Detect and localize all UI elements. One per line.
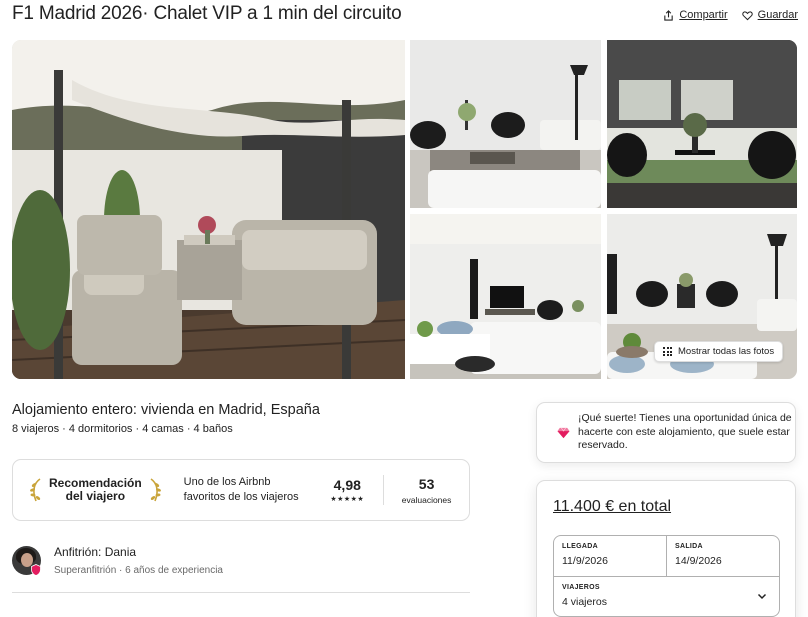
checkout-label: SALIDA <box>675 543 703 550</box>
guests-label: VIAJEROS <box>562 584 600 591</box>
reviews-label: evaluaciones <box>401 494 452 505</box>
superhost-badge-icon <box>31 564 41 576</box>
listing-subtitle: Alojamiento entero: vivienda en Madrid, … <box>12 402 320 418</box>
host-name: Anfitrión: Dania <box>54 545 137 559</box>
host-section: Anfitrión: Dania Superanfitrión · 6 años… <box>12 545 223 576</box>
rare-find-card: ¡Qué suerte! Tienes una oportunidad únic… <box>536 402 796 463</box>
rating-value: 4,98 <box>333 477 361 493</box>
top-actions: Compartir Guardar <box>663 9 798 21</box>
host-info: Anfitrión: Dania Superanfitrión · 6 años… <box>54 545 223 576</box>
save-button[interactable]: Guardar <box>741 9 798 21</box>
show-all-photos-button[interactable]: Mostrar todas las fotos <box>654 341 784 362</box>
share-icon <box>664 9 674 21</box>
guests-select[interactable]: VIAJEROS 4 viajeros <box>554 577 779 616</box>
badge-line-2: del viajero <box>65 489 126 503</box>
laurel-right-icon <box>150 478 161 502</box>
listing-details: 8 viajeros · 4 dormitorios · 4 camas · 4… <box>12 423 233 435</box>
share-button[interactable]: Compartir <box>663 9 728 21</box>
checkout-field[interactable]: SALIDA 14/9/2026 <box>667 536 779 576</box>
reviews-count: 53 <box>418 475 435 492</box>
host-subtitle: Superanfitrión · 6 años de experiencia <box>54 565 223 576</box>
share-label: Compartir <box>679 9 728 21</box>
listing-title: F1 Madrid 2026· Chalet VIP a 1 min del c… <box>12 3 402 24</box>
photo-main-terrace[interactable] <box>12 40 405 379</box>
guest-favorite-badge: Recomendación del viajero <box>13 475 178 504</box>
chevron-down-icon <box>757 593 767 600</box>
rating-stars: ★★★★★ <box>330 496 365 503</box>
photo-window-lounge[interactable] <box>607 40 797 208</box>
guest-favorite-title: Recomendación del viajero <box>49 475 142 504</box>
reviews-link[interactable]: 53 evaluaciones <box>384 476 469 505</box>
checkin-label: LLEGADA <box>562 543 598 550</box>
date-guest-picker: LLEGADA 11/9/2026 SALIDA 14/9/2026 VIAJE… <box>553 535 780 617</box>
checkin-field[interactable]: LLEGADA 11/9/2026 <box>554 536 667 576</box>
grid-dots-icon <box>663 347 672 356</box>
section-divider <box>12 592 470 593</box>
checkout-value: 14/9/2026 <box>675 555 722 567</box>
gem-icon <box>557 427 570 439</box>
photo-living-room[interactable] <box>410 40 601 208</box>
photo-gallery <box>12 40 797 379</box>
guest-favorite-description: Uno de los Airbnb favoritos de los viaje… <box>183 476 299 503</box>
laurel-left-icon <box>30 478 41 502</box>
show-all-photos-label: Mostrar todas las fotos <box>678 346 775 357</box>
heart-icon <box>741 10 753 20</box>
photo-tv-room[interactable] <box>410 214 601 379</box>
guests-value: 4 viajeros <box>562 596 607 608</box>
save-label: Guardar <box>757 9 798 21</box>
rating-block: 4,98 ★★★★★ <box>311 477 383 503</box>
booking-card: 11.400 € en total LLEGADA 11/9/2026 SALI… <box>536 480 796 617</box>
guest-favorite-card[interactable]: Recomendación del viajero Uno de los Air… <box>12 459 470 521</box>
checkin-value: 11/9/2026 <box>562 555 608 567</box>
badge-line-1: Recomendación <box>49 475 142 490</box>
total-price[interactable]: 11.400 € en total <box>553 498 671 516</box>
rare-find-text: ¡Qué suerte! Tienes una oportunidad únic… <box>578 412 792 452</box>
